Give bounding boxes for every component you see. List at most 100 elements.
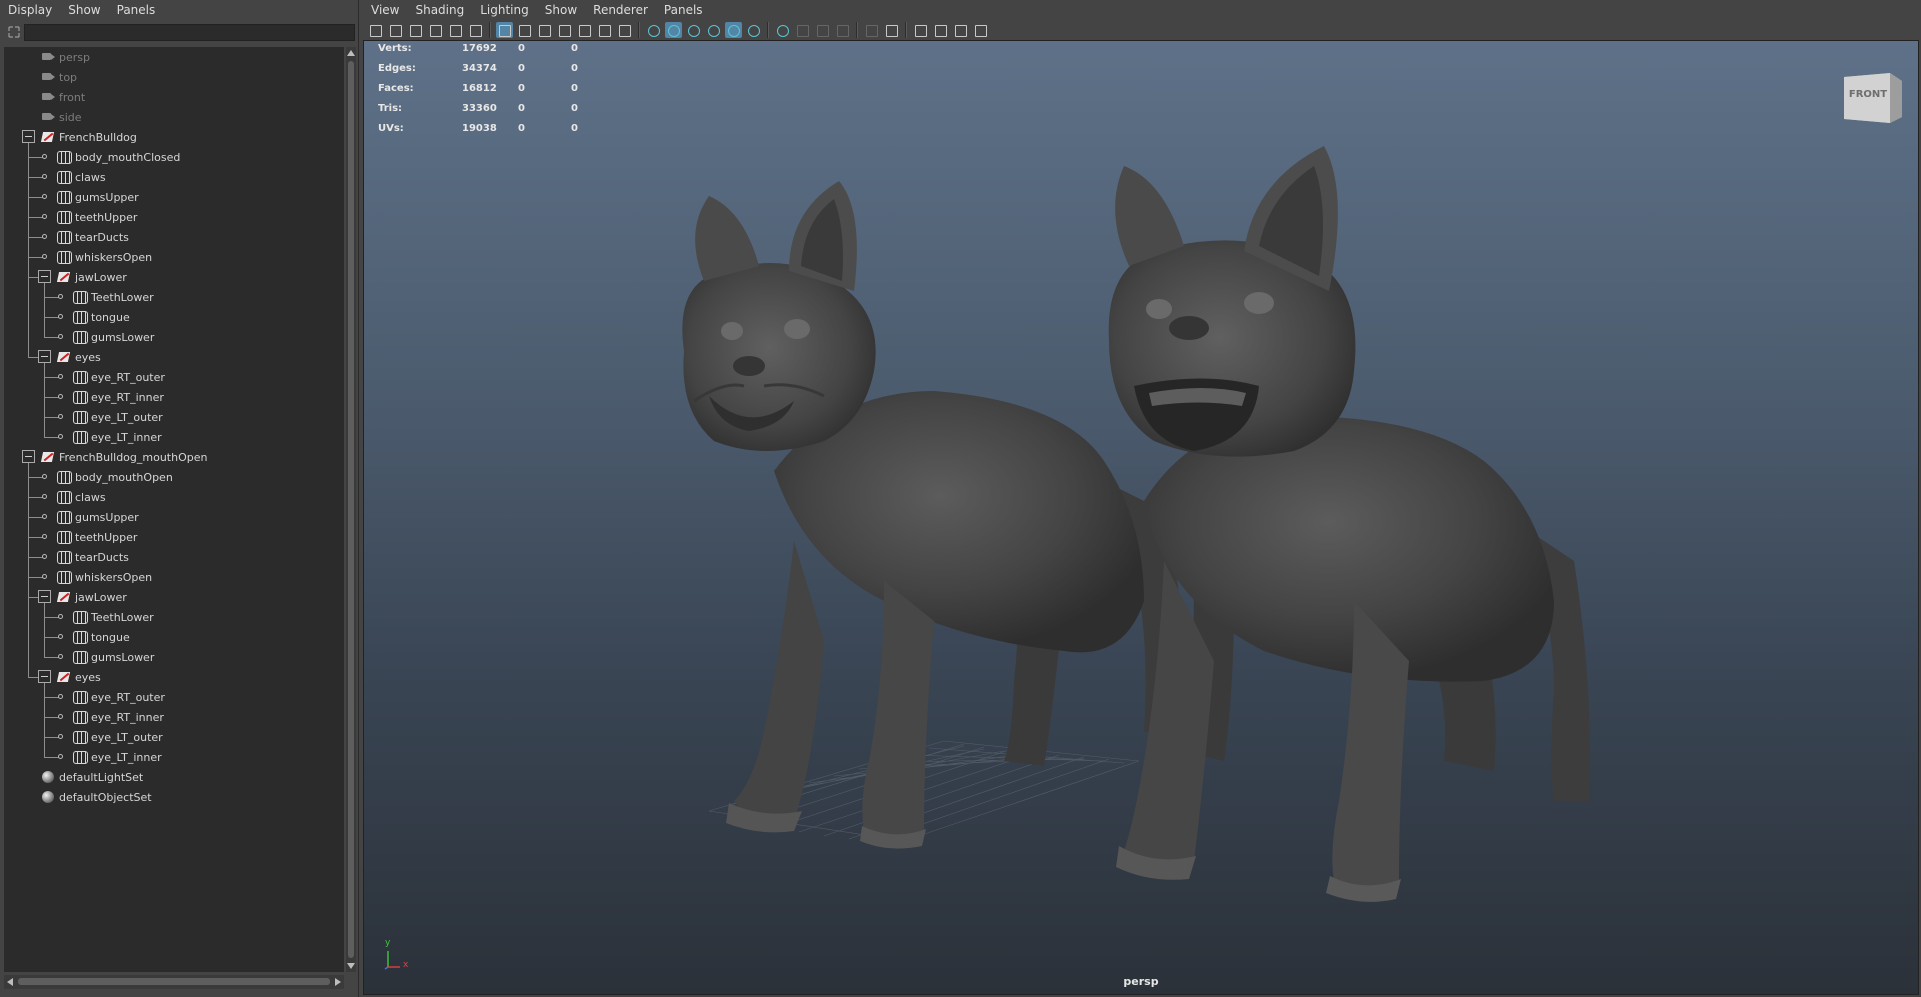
resolution-gate-icon[interactable] — [536, 22, 553, 38]
menu-show[interactable]: Show — [68, 3, 100, 17]
outliner-item[interactable]: FrenchBulldog — [22, 127, 137, 147]
menu-shading[interactable]: Shading — [415, 3, 464, 17]
depth-of-field-icon[interactable] — [834, 22, 851, 38]
shadows-icon[interactable] — [745, 22, 762, 38]
outliner-item[interactable]: whiskersOpen — [42, 567, 152, 587]
film-gate-icon[interactable] — [516, 22, 533, 38]
collapse-toggle-icon[interactable] — [38, 350, 51, 363]
3d-viewport[interactable]: Verts: 17692 0 0 Edges: 34374 0 0 Faces: 16812 0 0 T… — [363, 40, 1919, 995]
xray-active-components-icon[interactable] — [912, 22, 929, 38]
outliner-item[interactable]: gumsUpper — [42, 187, 139, 207]
outliner-search-input[interactable] — [24, 23, 355, 41]
camera-attributes-icon[interactable] — [387, 22, 404, 38]
outliner-item[interactable]: claws — [42, 167, 106, 187]
outliner-item[interactable]: jawLower — [38, 267, 127, 287]
backface-culling-icon[interactable] — [972, 22, 989, 38]
collapse-toggle-icon[interactable] — [38, 670, 51, 683]
outliner-item[interactable]: eye_RT_outer — [58, 367, 165, 387]
scroll-right-arrow-icon[interactable] — [335, 978, 341, 986]
outliner-item[interactable]: FrenchBulldog_mouthOpen — [22, 447, 207, 467]
scroll-up-arrow-icon[interactable] — [347, 50, 355, 56]
outliner-item-label: defaultObjectSet — [59, 790, 152, 804]
outliner-item[interactable]: eye_RT_inner — [58, 387, 164, 407]
outliner-item[interactable]: body_mouthClosed — [42, 147, 180, 167]
horizontal-scroll-thumb[interactable] — [18, 978, 330, 985]
bookmark-icon[interactable] — [407, 22, 424, 38]
outliner-item[interactable]: gumsLower — [58, 647, 154, 667]
outliner-item[interactable]: eye_LT_outer — [58, 727, 163, 747]
outliner-item[interactable]: persp — [40, 47, 90, 67]
collapse-toggle-icon[interactable] — [22, 130, 35, 143]
outliner-item[interactable]: eye_LT_outer — [58, 407, 163, 427]
outliner-item[interactable]: TeethLower — [58, 607, 154, 627]
outliner-item[interactable]: tongue — [58, 627, 130, 647]
outliner-item[interactable]: eye_LT_inner — [58, 747, 162, 767]
menu-renderer[interactable]: Renderer — [593, 3, 648, 17]
outliner-item[interactable]: body_mouthOpen — [42, 467, 173, 487]
outliner-item[interactable]: eye_LT_inner — [58, 427, 162, 447]
grid-icon[interactable] — [496, 22, 513, 38]
outliner-item[interactable]: tearDucts — [42, 227, 129, 247]
outliner-item[interactable]: gumsLower — [58, 327, 154, 347]
outliner-item[interactable]: front — [40, 87, 85, 107]
menu-lighting[interactable]: Lighting — [480, 3, 529, 17]
gate-mask-icon[interactable] — [556, 22, 573, 38]
french-bulldog-mouth-open-model[interactable] — [1108, 146, 1590, 902]
menu-show[interactable]: Show — [545, 3, 577, 17]
select-camera-icon[interactable] — [367, 22, 384, 38]
wireframe-icon[interactable] — [645, 22, 662, 38]
leaf-node-dot-icon — [58, 394, 63, 399]
outliner-item[interactable]: whiskersOpen — [42, 247, 153, 267]
outliner-item[interactable]: teethUpper — [42, 527, 137, 547]
outliner-item[interactable]: tearDucts — [42, 547, 129, 567]
scroll-left-arrow-icon[interactable] — [7, 978, 13, 986]
menu-panels[interactable]: Panels — [664, 3, 703, 17]
leaf-node-dot-icon — [58, 314, 63, 319]
outliner-vertical-scrollbar[interactable] — [346, 47, 356, 972]
field-chart-icon[interactable] — [576, 22, 593, 38]
outliner-item[interactable]: gumsUpper — [42, 507, 139, 527]
safe-action-icon[interactable] — [596, 22, 613, 38]
motion-blur-icon[interactable] — [794, 22, 811, 38]
2d-pan-zoom-icon[interactable] — [447, 22, 464, 38]
outliner-item[interactable]: tongue — [58, 307, 130, 327]
two-sided-lighting-icon[interactable] — [952, 22, 969, 38]
outliner-item[interactable]: claws — [42, 487, 106, 507]
image-plane-icon[interactable] — [427, 22, 444, 38]
outliner-horizontal-scrollbar[interactable] — [4, 975, 344, 989]
outliner-item[interactable]: eyes — [38, 667, 101, 687]
xray-icon[interactable] — [705, 22, 722, 38]
outliner-item[interactable]: side — [40, 107, 82, 127]
safe-title-icon[interactable] — [616, 22, 633, 38]
hud-icon[interactable] — [863, 22, 880, 38]
outliner-item[interactable]: TeethLower — [58, 287, 154, 307]
menu-view[interactable]: View — [371, 3, 399, 17]
isolate-select-icon[interactable] — [883, 22, 900, 38]
grease-pencil-icon[interactable] — [467, 22, 484, 38]
use-default-material-icon[interactable] — [725, 22, 742, 38]
leaf-node-dot-icon — [42, 234, 47, 239]
collapse-toggle-icon[interactable] — [22, 450, 35, 463]
scroll-down-arrow-icon[interactable] — [347, 963, 355, 969]
filter-icon[interactable] — [4, 23, 24, 41]
outliner-item-label: whiskersOpen — [75, 250, 153, 264]
outliner-item[interactable]: jawLower — [38, 587, 127, 607]
outliner-item[interactable]: eye_RT_outer — [58, 687, 165, 707]
collapse-toggle-icon[interactable] — [38, 590, 51, 603]
menu-panels[interactable]: Panels — [117, 3, 156, 17]
xray-joints-icon[interactable] — [932, 22, 949, 38]
screen-space-ao-icon[interactable] — [774, 22, 791, 38]
outliner-item[interactable]: teethUpper — [42, 207, 137, 227]
collapse-toggle-icon[interactable] — [38, 270, 51, 283]
outliner-item[interactable]: eyes — [38, 347, 101, 367]
outliner-item[interactable]: eye_RT_inner — [58, 707, 164, 727]
menu-display[interactable]: Display — [8, 3, 52, 17]
smooth-shade-icon[interactable] — [665, 22, 682, 38]
vertical-scroll-thumb[interactable] — [348, 61, 354, 958]
outliner-item[interactable]: defaultLightSet — [40, 767, 143, 787]
wireframe-on-shaded-icon[interactable] — [685, 22, 702, 38]
outliner-item[interactable]: top — [40, 67, 77, 87]
multisample-aa-icon[interactable] — [814, 22, 831, 38]
outliner-item[interactable]: defaultObjectSet — [40, 787, 152, 807]
viewcube[interactable]: FRONT — [1838, 67, 1908, 125]
